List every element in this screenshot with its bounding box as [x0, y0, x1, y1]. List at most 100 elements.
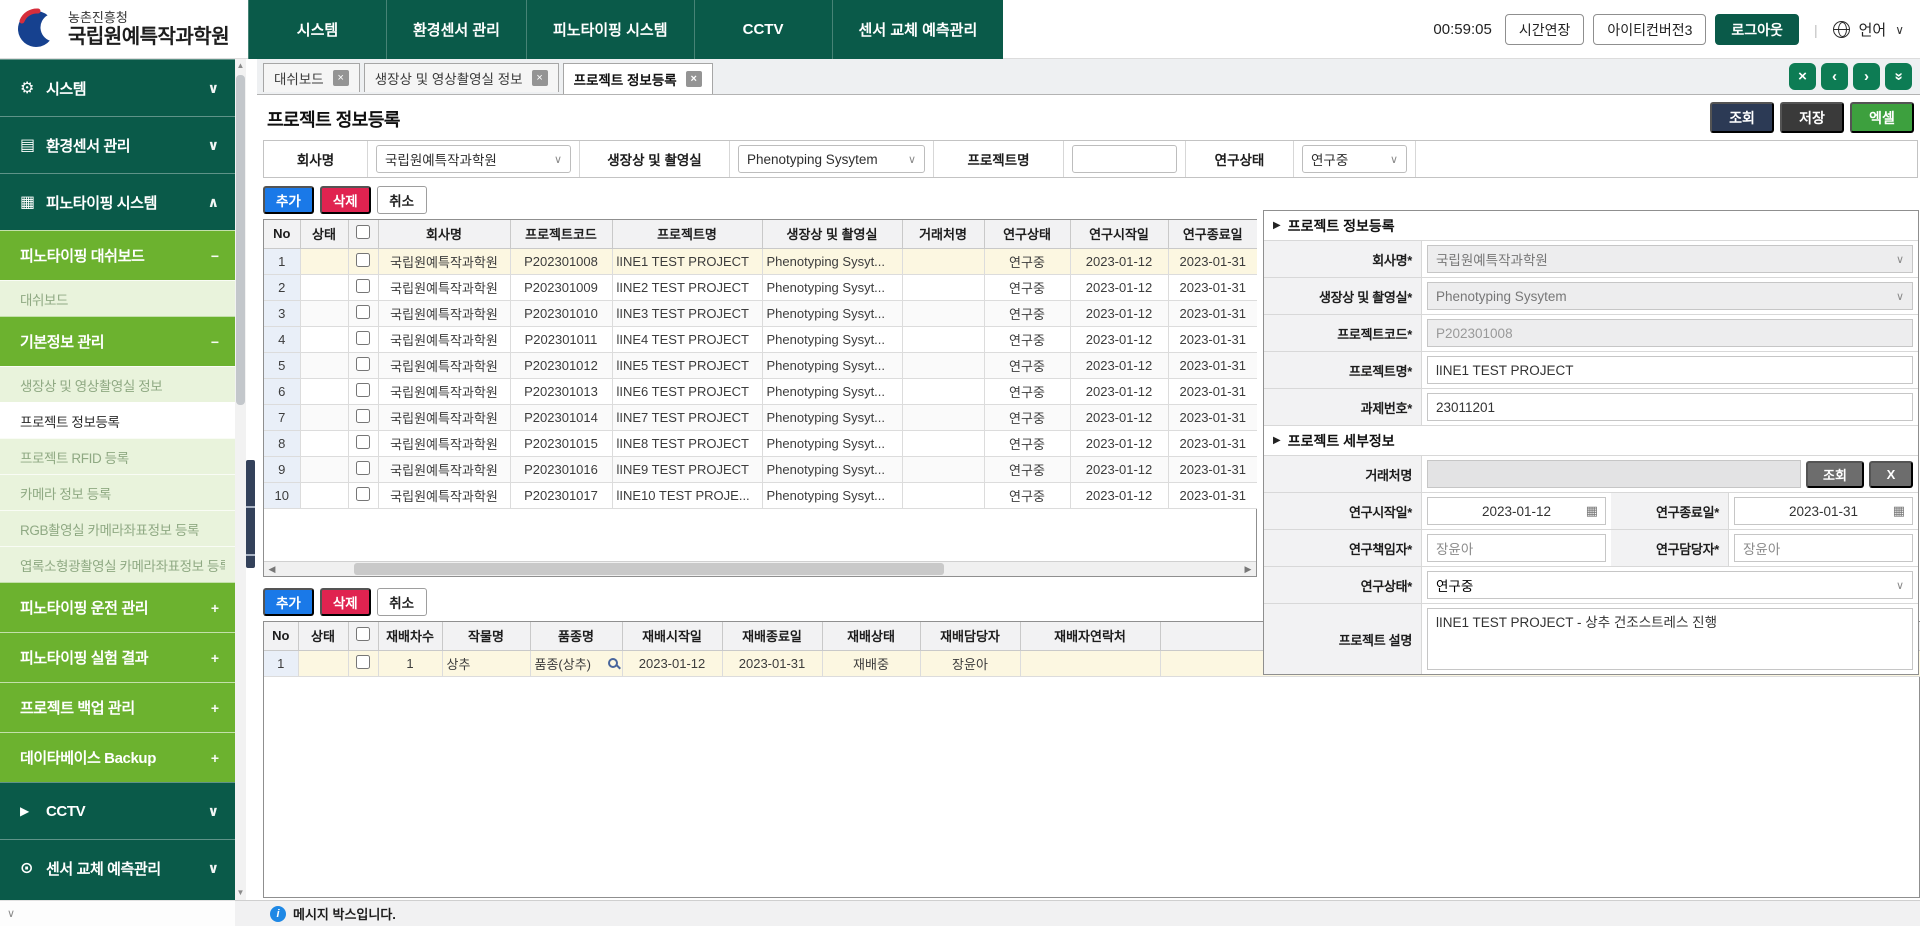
cancel-button[interactable]: 취소 [377, 186, 427, 214]
top-nav-item[interactable]: 센서 교체 예측관리 [832, 0, 1004, 59]
sidebar-item[interactable]: 피노타이핑 대쉬보드 − [0, 230, 235, 280]
language-label[interactable]: 언어 [1859, 19, 1887, 40]
project-table-row[interactable]: 4 국립원예특작과학원 P202301011 lINE4 TEST PROJEC… [264, 326, 1257, 352]
sidebar-item[interactable]: 프로젝트 RFID 등록 [0, 438, 235, 474]
sidebar-scrollbar[interactable]: ▲ ▼ [235, 59, 246, 900]
start-date-field[interactable]: 2023-01-12 ▦ [1427, 497, 1606, 525]
project-table-row[interactable]: 5 국립원예특작과학원 P202301012 lINE5 TEST PROJEC… [264, 352, 1257, 378]
select-all-checkbox[interactable] [356, 225, 370, 239]
tab-control-button[interactable]: ‹ [1821, 63, 1848, 90]
tab-control-button[interactable]: × [1789, 63, 1816, 90]
sidebar-item[interactable]: 카메라 정보 등록 [0, 474, 235, 510]
row-checkbox[interactable] [356, 331, 370, 345]
sidebar-item[interactable]: 시스템 ∨ [0, 59, 235, 116]
description-textarea[interactable]: lINE1 TEST PROJECT - 상추 건조스트레스 진행 [1427, 608, 1913, 670]
logout-button[interactable]: 로그아웃 [1715, 14, 1799, 45]
search-button[interactable]: 조회 [1710, 102, 1774, 133]
project-name-field[interactable]: lINE1 TEST PROJECT [1427, 356, 1913, 384]
extend-time-button[interactable]: 시간연장 [1505, 14, 1585, 45]
sidebar-item[interactable]: 데이타베이스 Backup + [0, 732, 235, 782]
filter-room-select[interactable]: Phenotyping Sysytem∨ [738, 145, 925, 173]
sidebar-item[interactable]: 피노타이핑 운전 관리 + [0, 582, 235, 632]
manager-field[interactable]: 장윤아 [1734, 534, 1913, 562]
sidebar-item[interactable]: 환경센서 관리 ∨ [0, 116, 235, 173]
scroll-left-icon[interactable]: ◀ [264, 562, 280, 576]
row-checkbox[interactable] [356, 435, 370, 449]
row-checkbox[interactable] [356, 655, 370, 669]
sidebar-item[interactable]: 센서 교체 예측관리 ∨ [0, 839, 235, 896]
scroll-down-icon[interactable]: ∨ [7, 907, 15, 920]
client-clear-button[interactable]: X [1869, 461, 1913, 488]
sidebar-bottom-scroll[interactable]: ∨ [0, 900, 235, 926]
room-select[interactable]: Phenotyping Sysytem ∨ [1427, 282, 1913, 310]
variety-search-icon[interactable] [608, 658, 618, 668]
project-table-row[interactable]: 9 국립원예특작과학원 P202301016 lINE9 TEST PROJEC… [264, 456, 1257, 482]
document-tab[interactable]: 대쉬보드 × [263, 63, 360, 92]
document-tab[interactable]: 생장상 및 영상촬영실 정보 × [364, 63, 559, 92]
filter-project-input[interactable] [1072, 145, 1177, 173]
sidebar-item[interactable]: RGB촬영실 카메라좌표정보 등록 [0, 510, 235, 546]
project-table-row[interactable]: 3 국립원예특작과학원 P202301010 lINE3 TEST PROJEC… [264, 300, 1257, 326]
client-search-button[interactable]: 조회 [1806, 461, 1864, 488]
add-button[interactable]: 추가 [263, 186, 314, 214]
row-checkbox[interactable] [356, 487, 370, 501]
horizontal-scrollbar-thumb[interactable] [354, 563, 944, 575]
top-nav-item[interactable]: 피노타이핑 시스템 [526, 0, 694, 59]
sidebar-item[interactable]: 피노타이핑 실험 결과 + [0, 632, 235, 682]
sidebar-item[interactable]: 프로젝트 백업 관리 + [0, 682, 235, 732]
row-checkbox[interactable] [356, 279, 370, 293]
sidebar-item[interactable]: 프로젝트 정보등록 [0, 402, 235, 438]
project-table-row[interactable]: 1 국립원예특작과학원 P202301008 lINE1 TEST PROJEC… [264, 248, 1257, 274]
tab-close-icon[interactable]: × [532, 70, 548, 86]
row-checkbox[interactable] [356, 305, 370, 319]
row-checkbox[interactable] [356, 383, 370, 397]
cancel-button[interactable]: 취소 [377, 588, 427, 616]
project-table-row[interactable]: 8 국립원예특작과학원 P202301015 lINE8 TEST PROJEC… [264, 430, 1257, 456]
top-nav-item[interactable]: 시스템 [248, 0, 386, 59]
filter-status-select[interactable]: 연구중∨ [1302, 145, 1407, 173]
project-table-row[interactable]: 7 국립원예특작과학원 P202301014 lINE7 TEST PROJEC… [264, 404, 1257, 430]
tab-close-icon[interactable]: × [686, 71, 702, 87]
filter-company-select[interactable]: 국립원예특작과학원∨ [376, 145, 571, 173]
project-table-row[interactable]: 10 국립원예특작과학원 P202301017 lINE10 TEST PROJ… [264, 482, 1257, 508]
row-checkbox[interactable] [356, 253, 370, 267]
sidebar-splitter-handle[interactable] [246, 460, 255, 568]
delete-button[interactable]: 삭제 [320, 186, 371, 214]
sidebar-item[interactable]: 기본정보 관리 − [0, 316, 235, 366]
top-nav-item[interactable]: 환경센서 관리 [386, 0, 526, 59]
excel-export-button[interactable]: 엑셀 [1850, 102, 1914, 133]
sidebar-scrollbar-thumb[interactable] [236, 75, 245, 405]
project-table-row[interactable]: 2 국립원예특작과학원 P202301009 lINE2 TEST PROJEC… [264, 274, 1257, 300]
sidebar-item[interactable]: 대쉬보드 [0, 280, 235, 316]
scroll-down-icon[interactable]: ▼ [235, 886, 246, 900]
save-button[interactable]: 저장 [1780, 102, 1844, 133]
delete-button[interactable]: 삭제 [320, 588, 371, 616]
project-table-row[interactable]: 6 국립원예특작과학원 P202301013 lINE6 TEST PROJEC… [264, 378, 1257, 404]
user-button[interactable]: 아이티컨버전3 [1593, 14, 1706, 45]
leader-field[interactable]: 장윤아 [1427, 534, 1606, 562]
scroll-right-icon[interactable]: ▶ [1240, 562, 1256, 576]
add-button[interactable]: 추가 [263, 588, 314, 616]
task-no-field[interactable]: 23011201 [1427, 393, 1913, 421]
sidebar-item[interactable]: 엽록소형광촬영실 카메라좌표정보 등록 [0, 546, 235, 582]
horizontal-scrollbar[interactable]: ◀ ▶ [264, 561, 1256, 576]
sidebar-item[interactable]: 피노타이핑 시스템 ∧ [0, 173, 235, 230]
sidebar-item[interactable]: CCTV ∨ [0, 782, 235, 839]
row-checkbox[interactable] [356, 461, 370, 475]
row-checkbox[interactable] [356, 409, 370, 423]
row-checkbox[interactable] [356, 357, 370, 371]
company-select[interactable]: 국립원예특작과학원 ∨ [1427, 245, 1913, 273]
top-nav-item[interactable]: CCTV [694, 0, 832, 59]
tab-control-button[interactable]: « [1885, 63, 1912, 90]
research-status-select[interactable]: 연구중 ∨ [1427, 571, 1913, 599]
language-chevron-down-icon[interactable]: ∨ [1895, 23, 1904, 37]
document-tab[interactable]: 프로젝트 정보등록 × [563, 63, 713, 94]
scroll-up-icon[interactable]: ▲ [235, 59, 246, 73]
end-date-field[interactable]: 2023-01-31 ▦ [1734, 497, 1913, 525]
sidebar-item[interactable]: 생장상 및 영상촬영실 정보 [0, 366, 235, 402]
tab-close-icon[interactable]: × [333, 70, 349, 86]
tab-control-button[interactable]: › [1853, 63, 1880, 90]
calendar-icon[interactable]: ▦ [1586, 503, 1598, 519]
select-all-checkbox[interactable] [356, 627, 370, 641]
calendar-icon[interactable]: ▦ [1893, 503, 1905, 519]
